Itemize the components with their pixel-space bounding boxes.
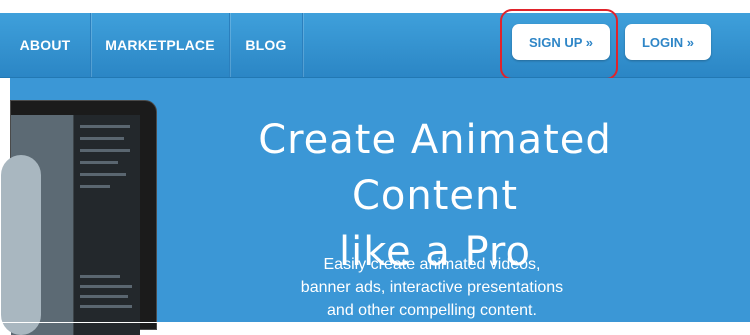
panel-row: [80, 285, 132, 288]
panel-row: [80, 275, 120, 278]
login-button[interactable]: LOGIN »: [625, 24, 711, 60]
panel-row: [80, 149, 130, 152]
panel-row: [80, 125, 130, 128]
tablet-canvas: [1, 115, 73, 335]
panel-row: [80, 161, 118, 164]
nav-item-marketplace[interactable]: MARKETPLACE: [91, 13, 230, 77]
tablet-properties-panel: [73, 115, 140, 335]
tablet-screen: [1, 115, 140, 335]
panel-row: [80, 173, 126, 176]
nav-item-about[interactable]: ABOUT: [0, 13, 91, 77]
tablet-mockup-image: [1, 100, 157, 335]
hero-subtext-line3: and other compelling content.: [327, 302, 537, 319]
panel-row: [80, 185, 110, 188]
panel-row: [80, 137, 124, 140]
tablet-canvas-art: [1, 155, 41, 335]
hero-headline-line1: Create Animated Content: [258, 117, 612, 219]
hero-subtext-line1: Easily create animated videos,: [323, 256, 541, 273]
panel-row: [80, 305, 132, 308]
hero-subtext: Easily create animated videos, banner ad…: [262, 253, 602, 322]
hero-subtext-line2: banner ads, interactive presentations: [300, 279, 564, 296]
panel-row: [80, 295, 128, 298]
nav-item-blog[interactable]: BLOG: [230, 13, 303, 77]
top-strip: [0, 0, 750, 13]
signup-highlight-annotation: [500, 9, 618, 80]
